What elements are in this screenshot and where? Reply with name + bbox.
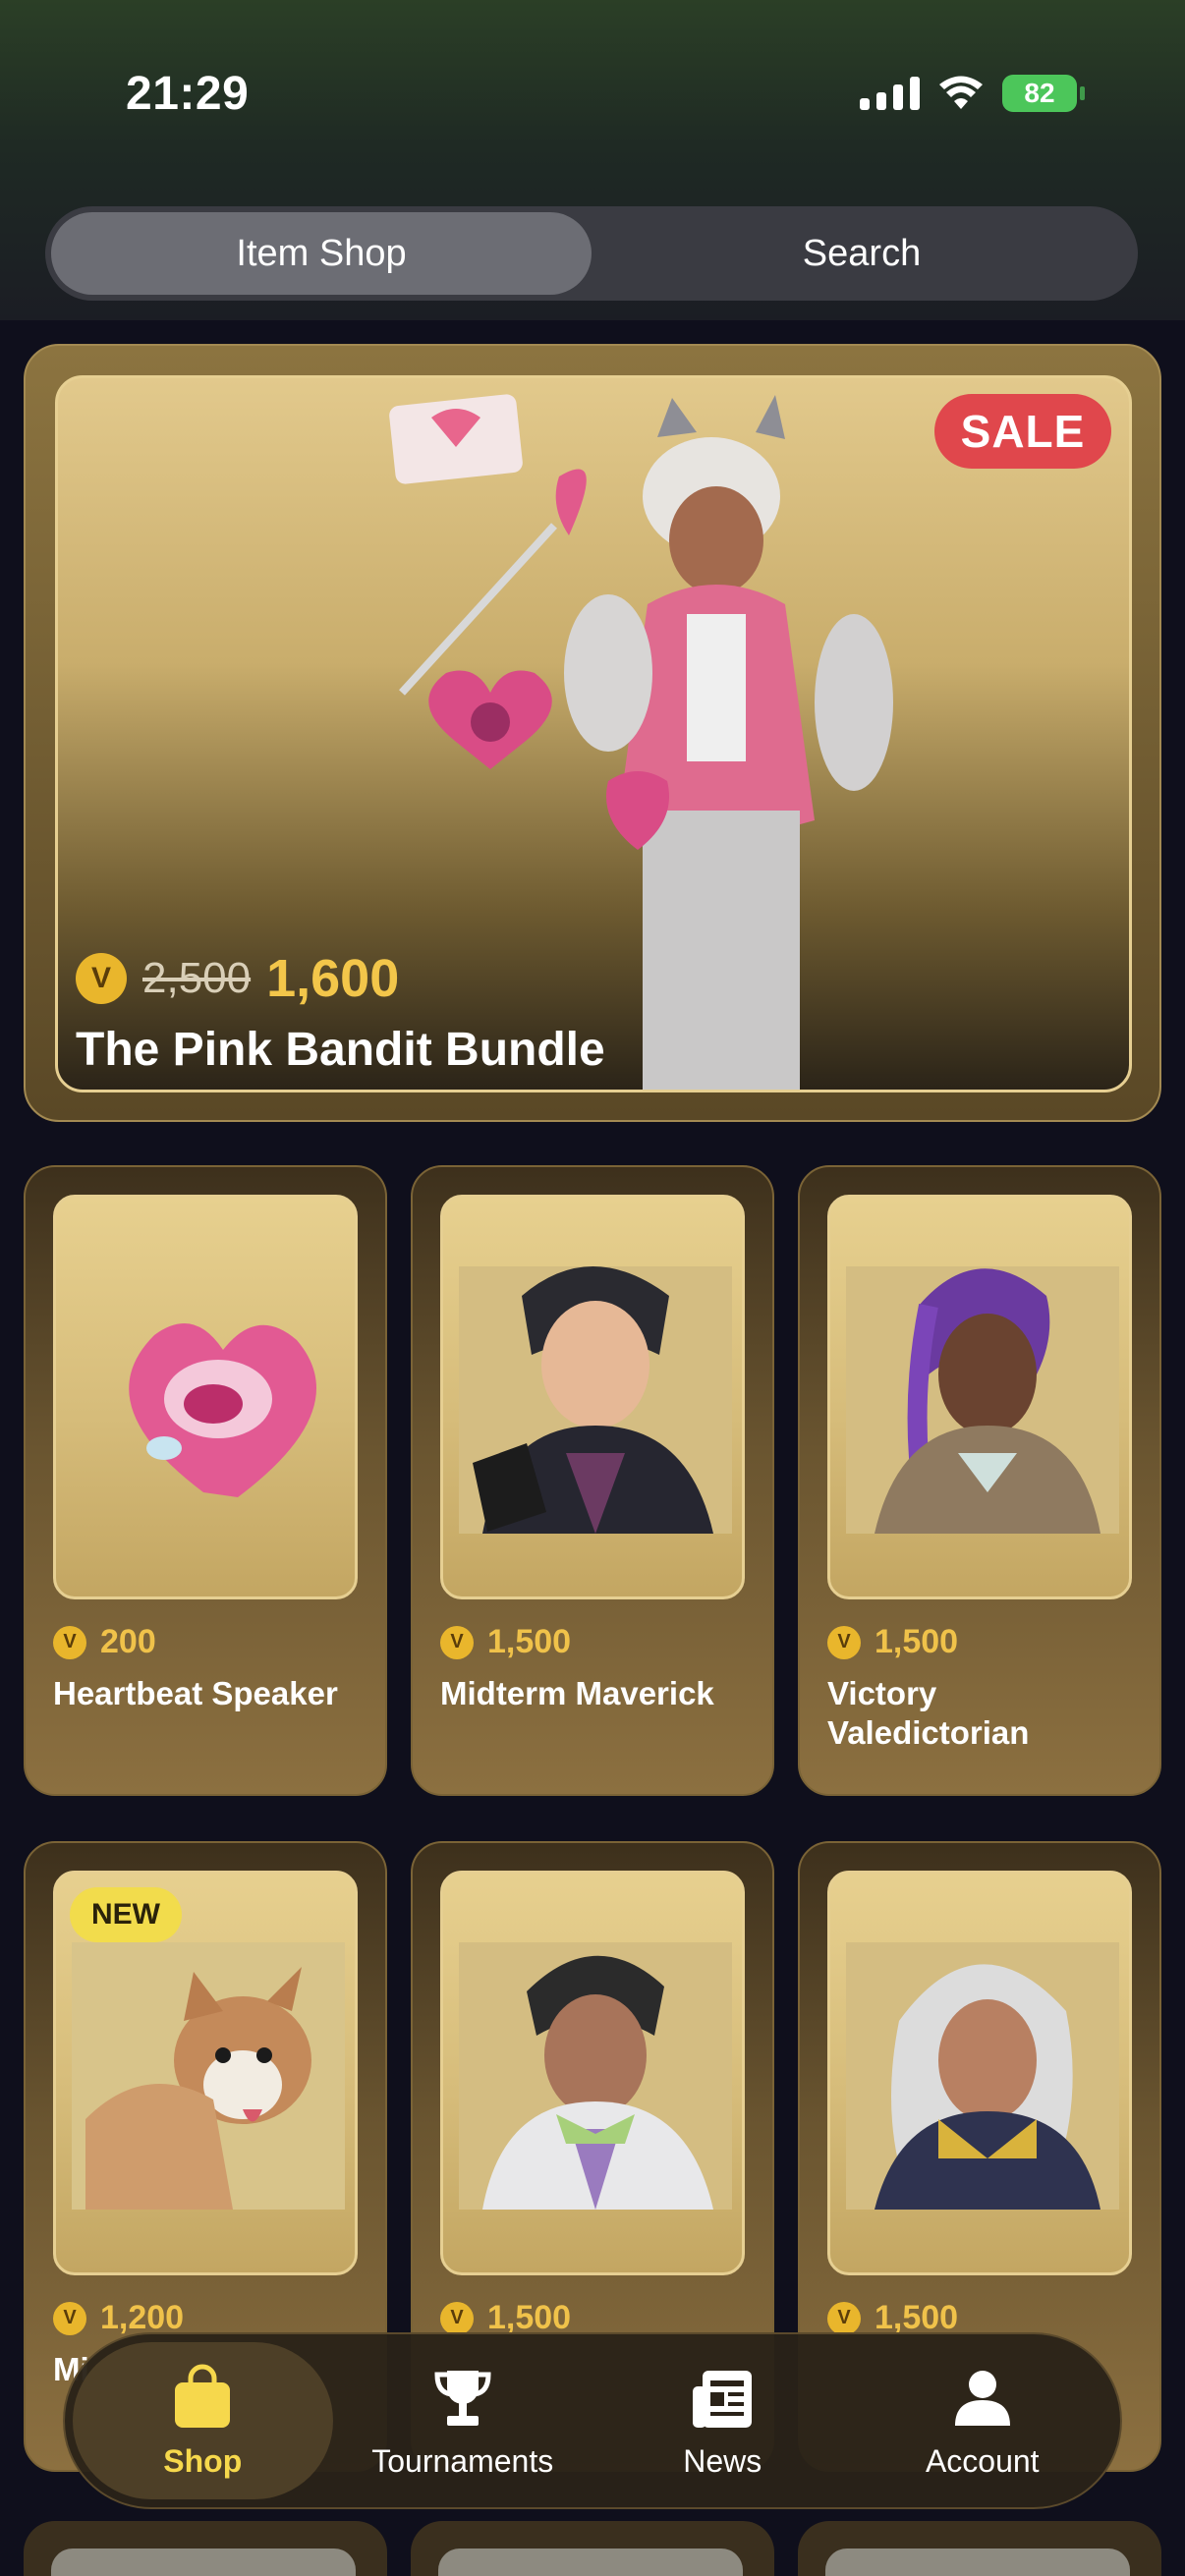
character-portrait-icon: [846, 1942, 1119, 2210]
sale-price: 1,600: [266, 949, 400, 1008]
person-icon: [954, 2370, 1010, 2426]
item-image: [440, 1871, 745, 2275]
battery-icon: 82: [1002, 75, 1085, 112]
item-name: Heartbeat Speaker: [53, 1675, 338, 1711]
vbucks-icon: V: [827, 1625, 861, 1659]
featured-price: V 2,500 1,600: [76, 948, 399, 1009]
original-price: 2,500: [142, 954, 252, 1002]
shop-item-card[interactable]: [24, 2521, 387, 2576]
item-name: Midterm Maverick: [440, 1675, 714, 1711]
cellular-signal-icon: [860, 77, 920, 110]
shop-item-card[interactable]: [411, 2521, 774, 2576]
bundle-title: The Pink Bandit Bundle: [76, 1024, 605, 1076]
heart-speaker-icon: [129, 1323, 316, 1497]
trophy-icon: [434, 2370, 491, 2426]
vbucks-icon: V: [440, 1625, 474, 1659]
status-time: 21:29: [126, 68, 250, 120]
shopping-bag-icon: [175, 2364, 231, 2428]
bottom-tab-bar: Shop Tournaments News Account: [63, 2332, 1122, 2509]
character-portrait-icon: [459, 1942, 732, 2210]
heart-speaker-icon: [428, 670, 552, 769]
vbucks-icon: V: [53, 1625, 86, 1659]
vbucks-icon: V: [440, 2301, 474, 2335]
featured-bundle-card[interactable]: SALE V 2,500 1,600 The Pink Bandit Bundl…: [24, 344, 1161, 1122]
tab-news[interactable]: News: [592, 2342, 853, 2499]
tab-tournaments[interactable]: Tournaments: [333, 2342, 593, 2499]
shop-segmented-control: Item Shop Search: [45, 206, 1138, 301]
item-price: V 1,500: [440, 1623, 571, 1661]
shop-item-card[interactable]: V 1,500 Victory Valedictorian: [798, 1165, 1161, 1796]
banner-icon: [389, 394, 523, 484]
item-image: NEW: [53, 1871, 358, 2275]
newspaper-icon: [693, 2370, 753, 2428]
vbucks-icon: V: [827, 2301, 861, 2335]
item-name: Victory Valedictorian: [827, 1675, 1030, 1751]
vbucks-icon: V: [53, 2301, 86, 2335]
shop-item-card[interactable]: [798, 2521, 1161, 2576]
item-image: [827, 1195, 1132, 1599]
tab-shop[interactable]: Shop: [73, 2342, 333, 2499]
wifi-icon: [939, 76, 983, 109]
pickaxe-icon: [399, 469, 587, 696]
featured-bundle-image: SALE V 2,500 1,600 The Pink Bandit Bundl…: [55, 375, 1132, 1092]
character-portrait-icon: [459, 1266, 732, 1534]
new-badge: NEW: [70, 1887, 182, 1942]
tab-item-shop[interactable]: Item Shop: [51, 212, 592, 295]
vbucks-icon: V: [76, 953, 127, 1004]
item-image: [53, 1195, 358, 1599]
character-portrait-icon: [846, 1266, 1119, 1534]
item-image: [827, 1871, 1132, 2275]
item-image: [440, 1195, 745, 1599]
status-icons: 82: [860, 75, 1085, 112]
header: 21:29 82 Item Shop Search: [0, 0, 1185, 320]
tab-search[interactable]: Search: [592, 212, 1132, 295]
item-price: V 200: [53, 1623, 156, 1661]
character-figure: [564, 395, 893, 1090]
sale-badge: SALE: [934, 394, 1111, 469]
shop-item-card[interactable]: V 200 Heartbeat Speaker: [24, 1165, 387, 1796]
item-price: V 1,500: [827, 1623, 958, 1661]
tab-account[interactable]: Account: [853, 2342, 1113, 2499]
shop-item-card[interactable]: V 1,500 Midterm Maverick: [411, 1165, 774, 1796]
